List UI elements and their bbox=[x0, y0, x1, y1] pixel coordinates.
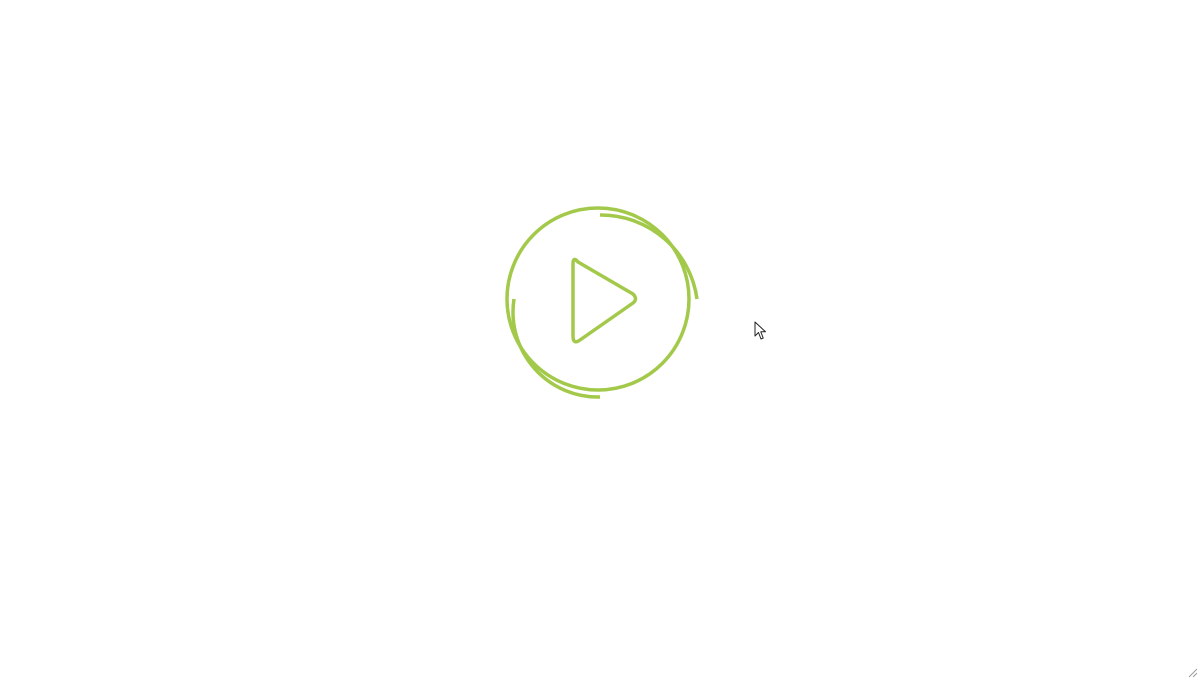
progress-arc-top bbox=[599, 213, 699, 300]
mouse-pointer-icon bbox=[754, 321, 768, 341]
resize-grip-icon[interactable] bbox=[1186, 666, 1198, 678]
play-triangle bbox=[571, 257, 638, 344]
progress-arc-bottom bbox=[511, 298, 601, 399]
play-button[interactable] bbox=[490, 190, 710, 410]
play-circle-icon bbox=[505, 206, 699, 399]
page-canvas bbox=[0, 0, 1200, 680]
